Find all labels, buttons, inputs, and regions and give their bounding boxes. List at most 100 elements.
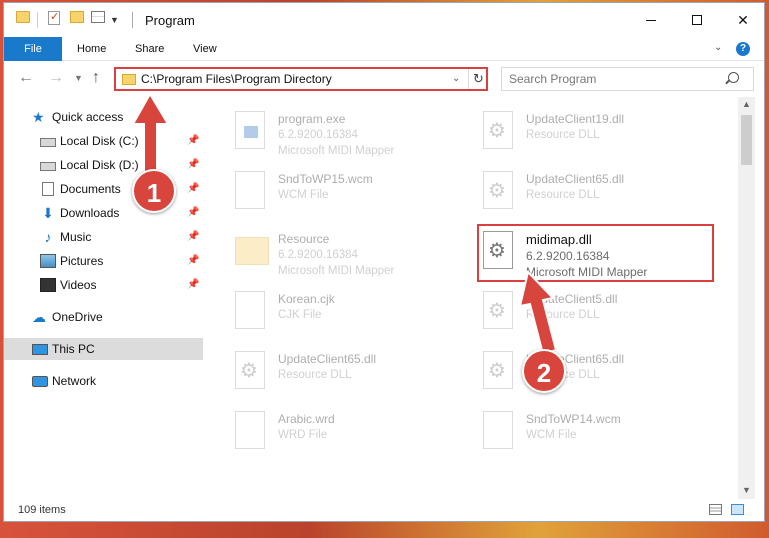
sidebar-item-this-pc[interactable]: This PC [4, 338, 203, 360]
search-box[interactable]: Search Program [501, 67, 754, 91]
step-marker-1: 1 [132, 169, 176, 213]
sidebar-item-quick-access[interactable]: ★ Quick access [4, 106, 203, 128]
pin-icon[interactable]: 📌 [187, 159, 199, 170]
address-bar[interactable]: C:\Program Files\Program Directory ⌄ ↻ [114, 67, 488, 91]
file-detail: Resource DLL [278, 369, 352, 381]
file-detail: Resource DLL [526, 189, 600, 201]
tab-home[interactable]: Home [77, 37, 106, 61]
recent-locations-dropdown-icon[interactable]: ▼ [74, 73, 83, 83]
forward-arrow-icon[interactable]: → [48, 69, 64, 87]
file-item[interactable]: UpdateClient5.dll Resource DLL [477, 283, 717, 341]
sidebar-item-downloads[interactable]: ⬇ Downloads 📌 [4, 202, 203, 224]
sidebar-item-pictures[interactable]: Pictures 📌 [4, 250, 203, 272]
highlight-frame [477, 224, 714, 282]
file-item[interactable]: Arabic.wrd WRD File [229, 403, 469, 461]
new-folder-icon[interactable] [70, 11, 84, 23]
file-item[interactable]: UpdateClient19.dll Resource DLL [477, 103, 717, 161]
videos-icon [40, 278, 56, 292]
sidebar-item-network[interactable]: Network [4, 370, 203, 392]
file-detail: Resource DLL [526, 129, 600, 141]
drive-icon [40, 162, 56, 171]
pin-icon[interactable]: 📌 [187, 255, 199, 266]
documents-icon [42, 182, 54, 196]
file-detail: WCM File [526, 429, 577, 441]
file-item[interactable]: SndToWP14.wcm WCM File [477, 403, 717, 461]
customize-toolbar-dropdown-icon[interactable]: ▼ [110, 11, 119, 29]
tab-view[interactable]: View [193, 37, 217, 61]
file-item[interactable]: UpdateClient65.dll Resource DLL [477, 163, 717, 221]
search-icon[interactable] [728, 72, 739, 83]
file-item[interactable]: SndToWP15.wcm WCM File [229, 163, 469, 221]
file-name: Resource [278, 232, 330, 246]
gear-file-icon [483, 351, 513, 389]
sidebar-item-videos[interactable]: Videos 📌 [4, 274, 203, 296]
gear-file-icon [483, 111, 513, 149]
navigation-pane: ★ Quick access Local Disk (C:) 📌 Local D… [4, 97, 203, 499]
file-item[interactable]: Resource 6.2.9200.16384 Microsoft MIDI M… [229, 223, 469, 281]
pin-icon[interactable]: 📌 [187, 135, 199, 146]
file-explorer-window: ▼ Program ✕ File Home Share View ⌄ ? ← →… [3, 2, 765, 522]
drive-icon [40, 138, 56, 147]
computer-icon [32, 343, 48, 355]
sidebar-item-music[interactable]: ♪ Music 📌 [4, 226, 203, 248]
sidebar-item-label: Downloads [60, 206, 120, 220]
scroll-up-icon[interactable]: ▲ [742, 99, 751, 109]
file-item[interactable]: program.exe 6.2.9200.16384 Microsoft MID… [229, 103, 469, 161]
file-name: UpdateClient65.dll [278, 352, 377, 366]
file-name: Arabic.wrd [278, 412, 335, 426]
music-icon: ♪ [44, 229, 52, 245]
file-detail: 6.2.9200.16384 [278, 129, 358, 141]
close-icon: ✕ [737, 11, 749, 28]
minimize-icon [646, 19, 656, 21]
gear-file-icon [483, 171, 513, 209]
file-list: program.exe 6.2.9200.16384 Microsoft MID… [204, 97, 738, 499]
pin-icon[interactable]: 📌 [187, 183, 199, 194]
tab-share[interactable]: Share [135, 37, 164, 61]
address-dropdown-icon[interactable]: ⌄ [452, 73, 460, 84]
refresh-icon[interactable]: ↻ [468, 69, 488, 89]
back-arrow-icon[interactable]: ← [18, 69, 34, 87]
scroll-thumb[interactable] [741, 115, 752, 165]
document-icon [235, 291, 265, 329]
details-view-icon[interactable] [709, 504, 722, 515]
pin-icon[interactable]: 📌 [187, 279, 199, 290]
large-icons-view-icon[interactable] [731, 504, 744, 515]
file-name: program.exe [278, 112, 346, 126]
vertical-scrollbar[interactable]: ▲ ▼ [738, 97, 755, 499]
pin-icon[interactable]: 📌 [187, 231, 199, 242]
star-icon: ★ [32, 109, 45, 125]
scroll-down-icon[interactable]: ▼ [742, 485, 751, 495]
file-item[interactable]: Korean.cjk CJK File [229, 283, 469, 341]
gear-file-icon [483, 291, 513, 329]
file-item[interactable]: UpdateClient65.dll Resource DLL [229, 343, 469, 401]
expand-ribbon-chevron-icon[interactable]: ⌄ [714, 42, 722, 53]
sidebar-item-onedrive[interactable]: ☁ OneDrive [4, 306, 203, 328]
help-icon[interactable]: ? [736, 42, 750, 56]
file-name: UpdateClient65.dll [526, 172, 625, 186]
minimize-button[interactable] [628, 3, 674, 37]
close-button[interactable]: ✕ [720, 3, 766, 37]
title-bar: ▼ Program ✕ [4, 3, 764, 37]
file-detail: Resource DLL [526, 309, 600, 321]
properties-check-icon[interactable] [48, 10, 60, 25]
view-properties-icon[interactable] [91, 11, 105, 23]
pin-icon[interactable]: 📌 [187, 207, 199, 218]
search-input[interactable]: Search Program [509, 72, 596, 86]
sidebar-item-label: Documents [60, 182, 121, 196]
download-icon: ⬇ [42, 205, 54, 221]
sidebar-item-local-disk-d[interactable]: Local Disk (D:) 📌 [4, 154, 203, 176]
sidebar-item-local-disk-c[interactable]: Local Disk (C:) 📌 [4, 130, 203, 152]
folder-icon[interactable] [16, 11, 30, 23]
tab-file[interactable]: File [4, 37, 62, 61]
pictures-icon [40, 254, 56, 268]
sidebar-item-label: Videos [60, 278, 97, 292]
folder-icon [235, 237, 269, 265]
file-item[interactable]: UpdateClient65.dll Resource DLL [477, 343, 717, 401]
address-path[interactable]: C:\Program Files\Program Directory [141, 72, 332, 86]
maximize-button[interactable] [674, 3, 720, 37]
file-name: UpdateClient5.dll [526, 292, 618, 306]
file-detail: CJK File [278, 309, 322, 321]
up-arrow-icon[interactable]: ↑ [92, 69, 100, 87]
document-icon [235, 171, 265, 209]
file-detail: WRD File [278, 429, 328, 441]
